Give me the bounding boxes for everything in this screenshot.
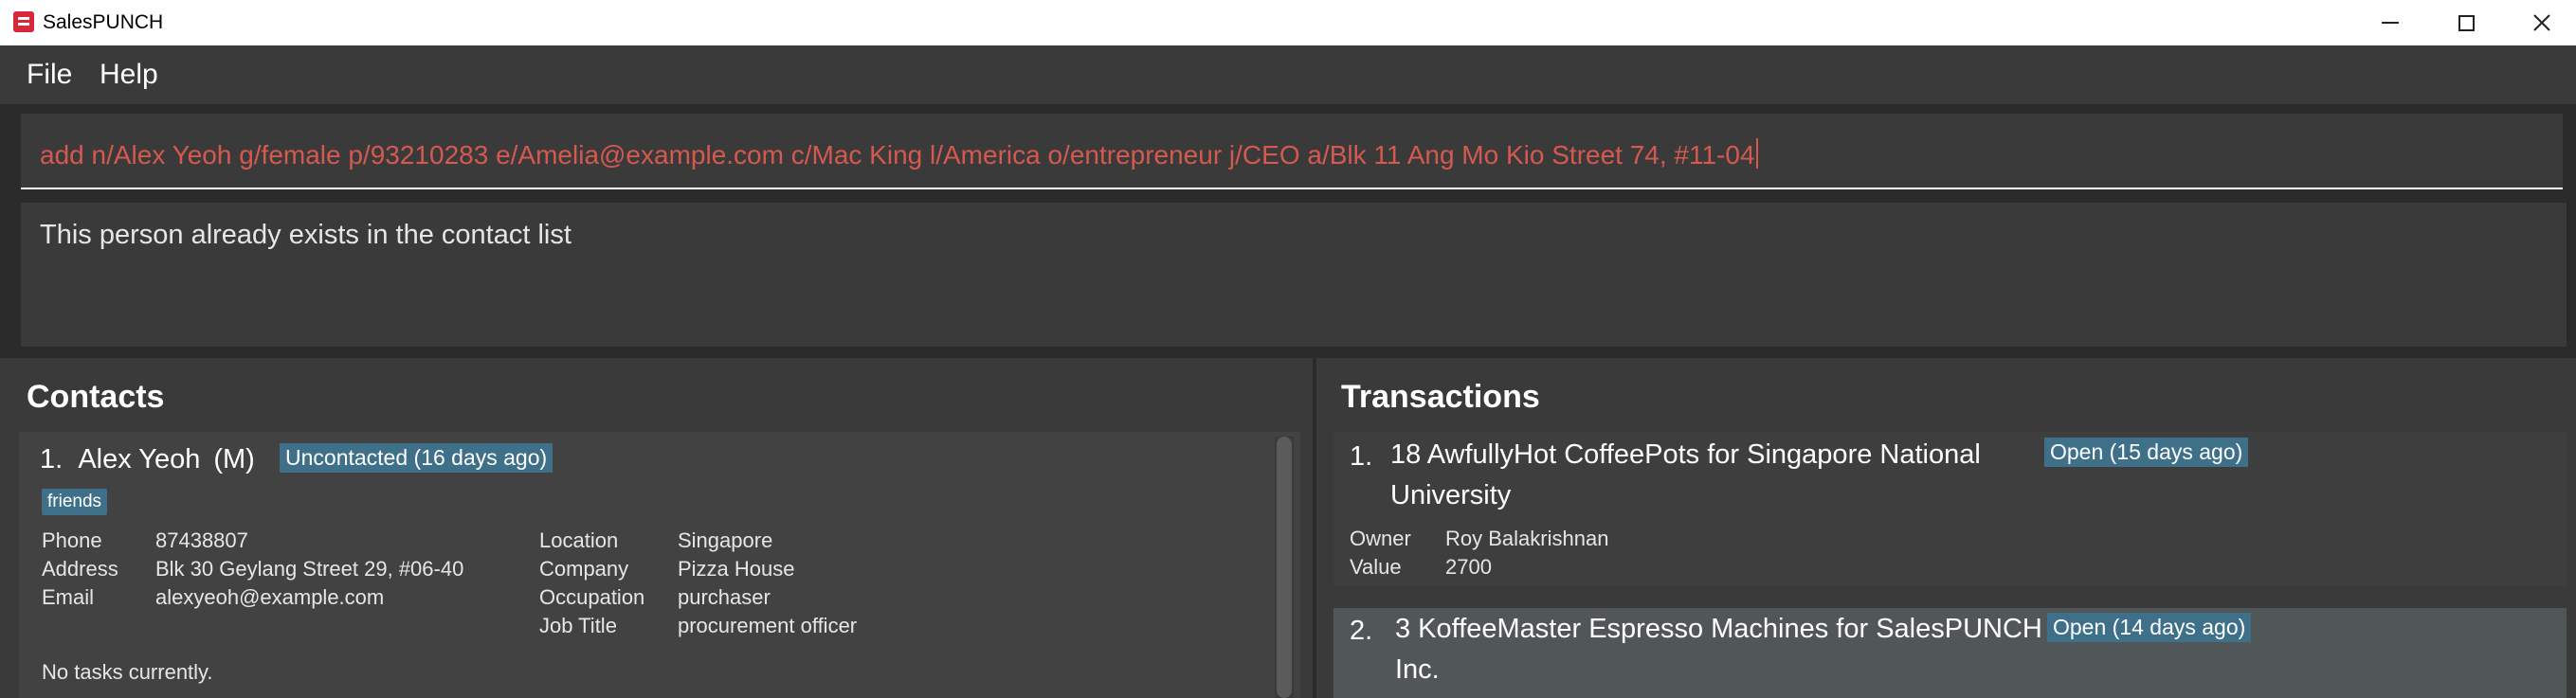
maximize-button[interactable] [2438,6,2494,40]
value-amount: 2700 [1445,555,1492,579]
contacts-title: Contacts [27,379,165,415]
phone-label: Phone [42,528,102,552]
transaction-status-badge: Open (14 days ago) [2047,613,2252,642]
owner-label: Owner [1350,527,1411,550]
occupation-value: purchaser [678,585,771,609]
address-value: Blk 30 Geylang Street 29, #06-40 [155,557,464,581]
phone-value: 87438807 [155,528,248,552]
contacts-scrollbar-thumb[interactable] [1277,437,1292,698]
contact-index: 1. [40,444,63,474]
contact-status-badge: Uncontacted (16 days ago) [280,443,553,473]
contact-tasks: No tasks currently. [42,660,213,684]
company-value: Pizza House [678,557,795,581]
text-cursor [1755,138,1758,169]
minimize-button[interactable] [2362,6,2419,40]
command-area: add n/Alex Yeoh g/female p/93210283 e/Am… [0,104,2576,191]
location-label: Location [539,528,619,552]
transaction-index: 1. [1350,441,1373,472]
contact-gender: (M) [213,444,255,474]
occupation-label: Occupation [539,585,645,609]
menu-bar: File Help [0,45,2576,104]
address-label: Address [42,557,118,581]
maximize-icon [2458,14,2475,31]
app-logo-icon [13,11,34,32]
transactions-panel: Transactions 1. 18 AwfullyHot CoffeePots… [1316,358,2576,698]
transactions-title: Transactions [1341,379,1540,415]
transaction-status-badge: Open (15 days ago) [2044,438,2249,467]
transaction-card[interactable]: 2. 3 KoffeeMaster Espresso Machines for … [1333,608,2567,698]
company-label: Company [539,557,629,581]
menu-file[interactable]: File [27,59,72,91]
contact-list[interactable]: 1. Alex Yeoh (M) Uncontacted (16 days ago… [19,432,1300,698]
result-message: This person already exists in the contac… [40,220,571,250]
transaction-title-line1: 3 KoffeeMaster Espresso Machines for Sal… [1395,614,2042,644]
contact-card[interactable]: 1. Alex Yeoh (M) Uncontacted (16 days ago… [19,432,1270,698]
transaction-title-line2: University [1390,480,1512,510]
value-label: Value [1350,555,1402,579]
menu-help[interactable]: Help [100,59,158,91]
command-input[interactable]: add n/Alex Yeoh g/female p/93210283 e/Am… [21,114,2563,189]
email-value: alexyeoh@example.com [155,585,385,609]
transaction-title: 18 AwfullyHot CoffeePots for Singapore N… [1390,435,2073,516]
transaction-title-line2: Inc. [1395,654,1440,685]
location-value: Singapore [678,528,773,552]
contact-tag: friends [42,489,108,515]
transaction-index: 2. [1350,616,1373,646]
result-display[interactable]: This person already exists in the contac… [19,201,2568,349]
contact-name-line: 1. Alex Yeoh (M) [40,444,255,475]
transaction-card[interactable]: 1. 18 AwfullyHot CoffeePots for Singapor… [1333,432,2567,586]
close-button[interactable] [2513,6,2570,40]
owner-value: Roy Balakrishnan [1445,527,1609,550]
contacts-panel: Contacts 1. Alex Yeoh (M) Uncontacted (16… [0,358,1313,698]
command-value: add n/Alex Yeoh g/female p/93210283 e/Am… [40,140,1755,170]
transaction-title: 3 KoffeeMaster Espresso Machines for Sal… [1395,609,2077,690]
job-title-value: procurement officer [678,614,858,637]
email-label: Email [42,585,95,609]
contact-name: Alex Yeoh [78,444,201,474]
command-text: add n/Alex Yeoh g/female p/93210283 e/Am… [40,138,1758,170]
contacts-scrollbar[interactable] [1275,437,1294,698]
window-title: SalesPUNCH [43,11,164,33]
title-bar: SalesPUNCH [0,0,2576,45]
job-title-label: Job Title [539,614,617,637]
close-icon [2533,14,2550,31]
transaction-title-line1: 18 AwfullyHot CoffeePots for Singapore N… [1390,439,1981,470]
minimize-icon [2382,22,2399,24]
